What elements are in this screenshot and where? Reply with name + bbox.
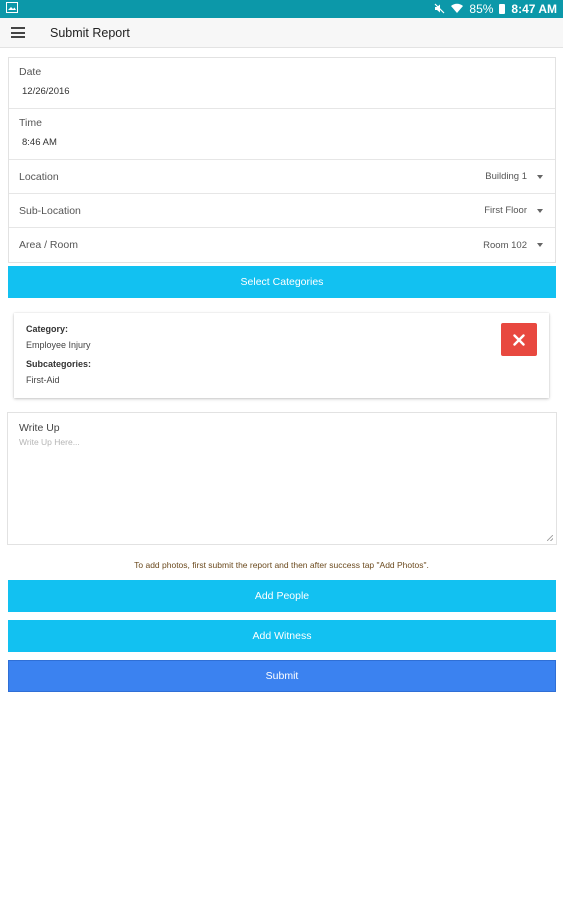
write-up-input[interactable] xyxy=(19,437,545,537)
subcategories-block: Subcategories: First-Aid xyxy=(26,359,91,385)
page-title: Submit Report xyxy=(50,25,130,40)
location-select[interactable]: Location Building 1 xyxy=(9,160,555,194)
remove-category-button[interactable] xyxy=(501,323,537,356)
add-people-button[interactable]: Add People xyxy=(8,580,556,612)
gallery-icon xyxy=(6,2,18,16)
sub-location-label: Sub-Location xyxy=(19,204,81,217)
mute-icon xyxy=(434,3,445,16)
menu-icon[interactable] xyxy=(11,27,25,38)
battery-percent: 85% xyxy=(469,2,494,16)
area-room-value[interactable]: Room 102 xyxy=(483,240,527,251)
date-field[interactable]: Date 12/26/2016 xyxy=(9,58,555,109)
dropdown-arrow-icon[interactable] xyxy=(537,208,543,213)
dropdown-arrow-icon[interactable] xyxy=(537,174,543,179)
sub-location-value[interactable]: First Floor xyxy=(484,205,527,216)
add-witness-button[interactable]: Add Witness xyxy=(8,620,556,652)
submit-button[interactable]: Submit xyxy=(8,660,556,692)
select-categories-button[interactable]: Select Categories xyxy=(8,266,556,298)
date-label: Date xyxy=(19,66,42,78)
time-field[interactable]: Time 8:46 AM xyxy=(9,109,555,160)
close-icon xyxy=(513,333,525,346)
write-up-label: Write Up xyxy=(19,422,60,434)
category-value: Employee Injury xyxy=(26,340,91,350)
subcategories-label: Subcategories: xyxy=(26,359,92,369)
app-bar: Submit Report xyxy=(0,18,563,48)
status-time: 8:47 AM xyxy=(511,2,557,16)
category-label: Category: xyxy=(26,324,69,334)
area-room-select[interactable]: Area / Room Room 102 xyxy=(9,228,555,262)
battery-icon xyxy=(499,4,506,14)
dropdown-arrow-icon[interactable] xyxy=(537,243,543,247)
subcategories-value: First-Aid xyxy=(26,375,60,385)
location-value[interactable]: Building 1 xyxy=(485,171,527,182)
wifi-icon xyxy=(451,3,464,15)
write-up-field: Write Up xyxy=(7,412,557,545)
status-bar: 85% 8:47 AM xyxy=(0,0,563,18)
time-label: Time xyxy=(19,117,42,129)
resize-handle-icon[interactable] xyxy=(547,535,553,541)
date-value[interactable]: 12/26/2016 xyxy=(22,86,545,97)
category-block: Category: Employee Injury xyxy=(26,324,91,350)
time-value[interactable]: 8:46 AM xyxy=(22,137,545,148)
category-card: Category: Employee Injury Subcategories:… xyxy=(14,313,549,398)
report-form: Date 12/26/2016 Time 8:46 AM Location Bu… xyxy=(8,57,556,263)
sub-location-select[interactable]: Sub-Location First Floor xyxy=(9,194,555,228)
area-room-label: Area / Room xyxy=(19,239,78,251)
photo-notice: To add photos, first submit the report a… xyxy=(134,560,429,570)
location-label: Location xyxy=(19,170,59,183)
